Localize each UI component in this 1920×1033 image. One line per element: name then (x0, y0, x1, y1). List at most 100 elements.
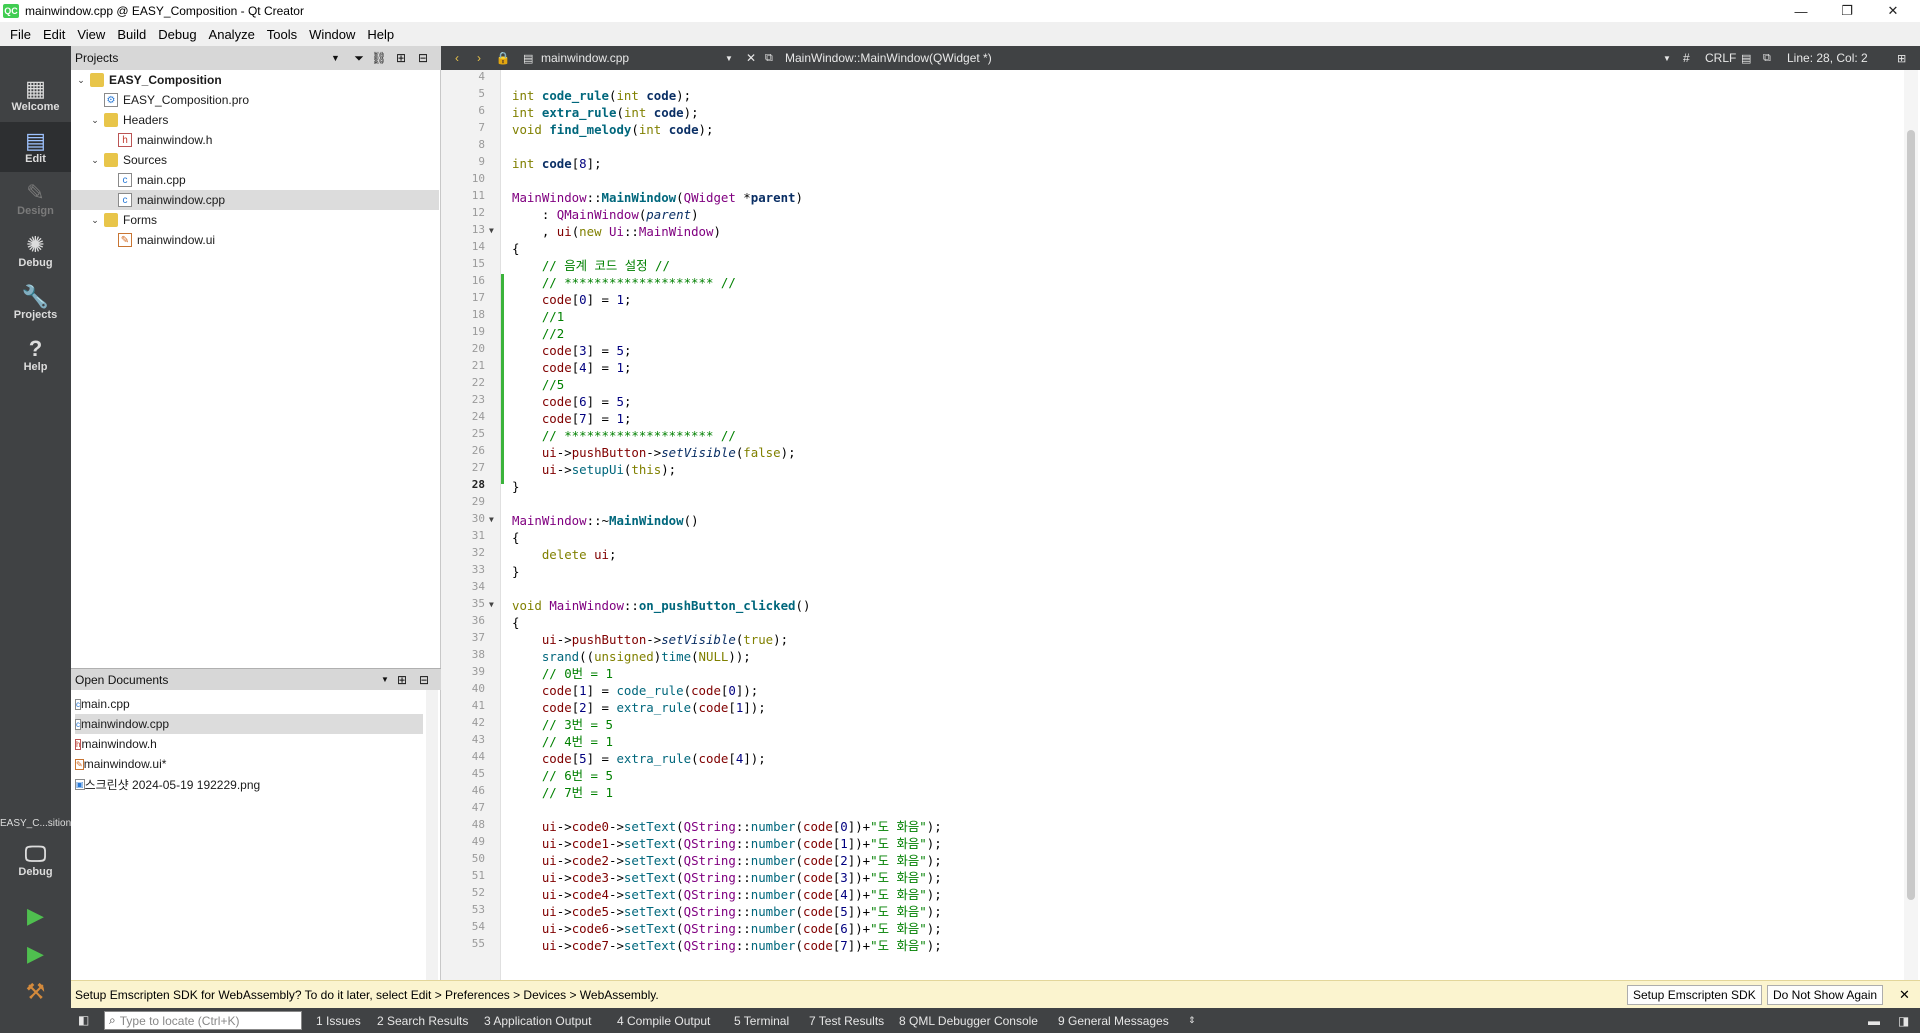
close-info-bar-icon[interactable]: ✕ (1899, 987, 1910, 1003)
code-line[interactable]: void find_melody(int code); (512, 121, 713, 138)
mode-help[interactable]: ? Help (0, 330, 71, 380)
code-line[interactable]: // 7번 = 1 (512, 784, 613, 801)
menu-build[interactable]: Build (111, 27, 152, 42)
fold-arrow-icon[interactable]: ▼ (489, 515, 494, 524)
tree-item[interactable]: h mainwindow.h (71, 130, 439, 150)
pane-general-messages[interactable]: 9 General Messages (1058, 1008, 1169, 1033)
code-line[interactable]: code[4] = 1; (512, 359, 632, 376)
code-line[interactable]: // 4번 = 1 (512, 733, 613, 750)
code-line[interactable]: // ******************** // (512, 427, 736, 444)
menu-file[interactable]: File (4, 27, 37, 42)
tree-item[interactable]: ⌄ EASY_Composition (71, 70, 439, 90)
mode-edit[interactable]: ▤ Edit (0, 122, 71, 172)
pane-issues[interactable]: 1 Issues (316, 1008, 361, 1033)
filter-icon[interactable]: ⏷ (349, 48, 369, 68)
code-line[interactable]: ui->code7->setText(QString::number(code[… (512, 937, 942, 954)
code-line[interactable]: int code_rule(int code); (512, 87, 691, 104)
open-document-item[interactable]: ✎ mainwindow.ui* (75, 754, 423, 774)
code-line[interactable]: { (512, 529, 519, 546)
toggle-sidebar-icon[interactable]: ◧ (78, 1013, 89, 1027)
code-line[interactable]: // 6번 = 5 (512, 767, 613, 784)
tree-item[interactable]: c main.cpp (71, 170, 439, 190)
code-line[interactable]: , ui(new Ui::MainWindow) (512, 223, 721, 240)
code-line[interactable]: void MainWindow::on_pushButton_clicked() (512, 597, 810, 614)
close-window-button[interactable]: ✕ (1870, 0, 1916, 22)
code-line[interactable]: { (512, 614, 519, 631)
pane-search-results[interactable]: 2 Search Results (377, 1008, 468, 1033)
code-line[interactable]: ui->code2->setText(QString::number(code[… (512, 852, 942, 869)
open-file-selector[interactable]: mainwindow.cpp (541, 51, 629, 65)
debug-run-button[interactable]: ▶ (0, 936, 71, 972)
code-line[interactable]: // 0번 = 1 (512, 665, 613, 682)
code-line[interactable]: code[0] = 1; (512, 291, 632, 308)
locator-input[interactable]: ⌕ Type to locate (Ctrl+K) (104, 1011, 302, 1030)
mode-welcome[interactable]: ▦ Welcome (0, 70, 71, 120)
toggle-right-sidebar-icon[interactable]: ◨ (1898, 1008, 1909, 1033)
code-line[interactable]: delete ui; (512, 546, 617, 563)
pane-terminal[interactable]: 5 Terminal (734, 1008, 789, 1033)
code-line[interactable]: } (512, 563, 519, 580)
code-line[interactable]: } (512, 478, 519, 495)
nav-back-icon[interactable]: ‹ (447, 48, 467, 68)
tree-item[interactable]: ⚙ EASY_Composition.pro (71, 90, 439, 110)
link-editor-icon[interactable]: ⛓ (369, 48, 389, 68)
fold-arrow-icon[interactable]: ▼ (489, 226, 494, 235)
editor-scrollbar[interactable] (1904, 70, 1918, 980)
code-line[interactable]: int code[8]; (512, 155, 602, 172)
toggle-output-icon[interactable]: ▬ (1868, 1008, 1880, 1033)
tree-item[interactable]: ✎ mainwindow.ui (71, 230, 439, 250)
restore-button[interactable]: ❐ (1824, 0, 1870, 22)
open-document-item[interactable]: ▣ 스크린샷 2024-05-19 192229.png (75, 774, 423, 794)
code-line[interactable]: ui->pushButton->setVisible(false); (512, 444, 796, 461)
file-dropdown-icon[interactable]: ▼ (725, 54, 733, 63)
code-line[interactable]: MainWindow::~MainWindow() (512, 512, 699, 529)
more-panes-icon[interactable]: ⇕ (1188, 1008, 1196, 1033)
code-line[interactable]: ui->code3->setText(QString::number(code[… (512, 869, 942, 886)
code-line[interactable]: int extra_rule(int code); (512, 104, 699, 121)
open-document-item[interactable]: c mainwindow.cpp (75, 714, 423, 734)
mode-design[interactable]: ✎ Design (0, 174, 71, 224)
chevron-down-icon[interactable]: ⌄ (89, 155, 101, 166)
code-line[interactable]: ui->code4->setText(QString::number(code[… (512, 886, 942, 903)
code-line[interactable]: { (512, 240, 519, 257)
nav-forward-icon[interactable]: › (469, 48, 489, 68)
setup-emscripten-button[interactable]: Setup Emscripten SDK (1627, 985, 1762, 1005)
do-not-show-again-button[interactable]: Do Not Show Again (1767, 985, 1884, 1005)
pane-application-output[interactable]: 3 Application Output (484, 1008, 591, 1033)
fold-arrow-icon[interactable]: ▼ (489, 600, 494, 609)
chevron-down-icon[interactable]: ⌄ (75, 75, 87, 86)
code-line[interactable]: srand((unsigned)time(NULL)); (512, 648, 751, 665)
symbol-selector[interactable]: MainWindow::MainWindow(QWidget *) (785, 51, 992, 65)
editor-scrollbar-thumb[interactable] (1907, 130, 1915, 900)
tree-item[interactable]: ⌄ Forms (71, 210, 439, 230)
close-document-icon[interactable]: ✕ (741, 48, 761, 68)
code-line[interactable]: code[7] = 1; (512, 410, 632, 427)
code-line[interactable]: ui->code0->setText(QString::number(code[… (512, 818, 942, 835)
open-document-item[interactable]: c main.cpp (75, 694, 423, 714)
open-docs-close-icon[interactable]: ⊟ (419, 673, 429, 687)
pane-compile-output[interactable]: 4 Compile Output (617, 1008, 710, 1033)
mode-debug[interactable]: ✺ Debug (0, 226, 71, 276)
code-line[interactable]: ui->code6->setText(QString::number(code[… (512, 920, 942, 937)
code-line[interactable]: //1 (512, 308, 564, 325)
code-line[interactable]: ui->code1->setText(QString::number(code[… (512, 835, 942, 852)
open-documents-scrollbar[interactable] (426, 690, 438, 980)
symbol-dropdown-icon[interactable]: ▼ (1663, 54, 1671, 63)
menu-tools[interactable]: Tools (261, 27, 303, 42)
pane-test-results[interactable]: 7 Test Results (809, 1008, 884, 1033)
kit-selector[interactable]: 🖵 Debug (0, 834, 71, 886)
build-button[interactable]: ⚒ (0, 974, 71, 1010)
code-line[interactable]: code[5] = extra_rule(code[4]); (512, 750, 766, 767)
projects-view-dropdown-icon[interactable]: ▼ (331, 53, 340, 63)
line-ending-selector[interactable]: CRLF (1705, 51, 1736, 65)
code-line[interactable]: : QMainWindow(parent) (512, 206, 699, 223)
code-line[interactable]: code[6] = 5; (512, 393, 632, 410)
open-docs-split-icon[interactable]: ⊞ (397, 673, 407, 687)
code-line[interactable]: //2 (512, 325, 564, 342)
encoding-hash[interactable]: # (1683, 51, 1690, 65)
tree-item[interactable]: ⌄ Headers (71, 110, 439, 130)
minimize-button[interactable]: — (1778, 0, 1824, 22)
cursor-position[interactable]: Line: 28, Col: 2 (1787, 51, 1868, 65)
close-pane-icon[interactable]: ⊟ (413, 48, 433, 68)
mode-projects[interactable]: 🔧 Projects (0, 278, 71, 328)
